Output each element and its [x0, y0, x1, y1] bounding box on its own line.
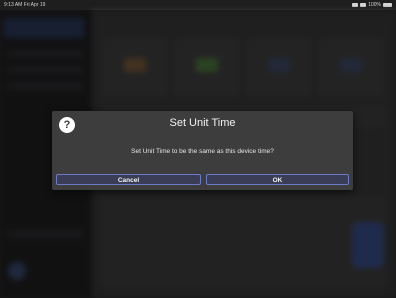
battery-icon — [383, 3, 392, 7]
status-time: 9:13 AM Fri Apr 19 — [4, 2, 46, 8]
set-unit-time-dialog: ? Set Unit Time Set Unit Time to be the … — [52, 111, 353, 190]
ok-button[interactable]: OK — [206, 174, 349, 185]
signal-icon — [352, 3, 359, 7]
dialog-message: Set Unit Time to be the same as this dev… — [131, 148, 274, 155]
battery-percent: 100% — [368, 2, 381, 8]
wifi-icon — [360, 3, 367, 7]
dialog-title: Set Unit Time — [169, 117, 236, 129]
status-bar: 9:13 AM Fri Apr 19 100% — [0, 0, 396, 10]
cancel-button[interactable]: Cancel — [56, 174, 201, 185]
status-indicators: 100% — [352, 0, 392, 10]
